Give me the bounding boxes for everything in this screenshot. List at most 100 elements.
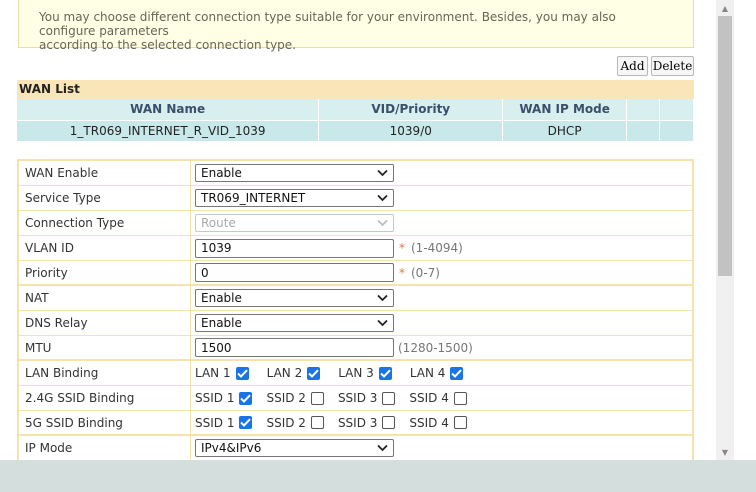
cell-wan-name[interactable]: 1_TR069_INTERNET_R_VID_1039 xyxy=(17,119,320,141)
table-row[interactable]: 1_TR069_INTERNET_R_VID_1039 1039/0 DHCP xyxy=(17,119,694,141)
add-button[interactable]: Add xyxy=(617,56,648,76)
row-dns-relay: DNS Relay Enable xyxy=(19,311,692,336)
mtu-hint: (1280-1500) xyxy=(398,340,473,355)
row-ip-mode: IP Mode IPv4&IPv6 xyxy=(19,436,692,460)
lan-2-checkbox[interactable] xyxy=(307,366,321,380)
notice-line-2: according to the selected connection typ… xyxy=(39,38,296,52)
right-margin xyxy=(734,0,756,460)
ssid5-4-label: SSID 4 xyxy=(409,415,449,430)
ssid5-1-label: SSID 1 xyxy=(195,415,235,430)
lan-2-label: LAN 2 xyxy=(266,366,303,380)
connection-type-value: Route xyxy=(201,216,236,230)
lan-1-checkbox[interactable] xyxy=(235,366,249,380)
priority-hint: (0-7) xyxy=(411,265,440,280)
nat-value: Enable xyxy=(201,291,242,305)
notice-line-1: You may choose different connection type… xyxy=(39,10,616,38)
lan-3-option[interactable]: LAN 3 xyxy=(338,366,392,380)
lan-4-label: LAN 4 xyxy=(409,366,446,380)
column-header-wan-name: WAN Name xyxy=(17,99,320,120)
chevron-down-icon xyxy=(377,219,388,227)
ssid5-2-label: SSID 2 xyxy=(266,415,306,430)
ssid24-4-option[interactable]: SSID 4 xyxy=(409,391,467,405)
ssid24-1-label: SSID 1 xyxy=(195,391,235,405)
row-service-type: Service Type TR069_INTERNET xyxy=(19,186,692,211)
ssid24-2-checkbox[interactable] xyxy=(310,391,324,405)
ssid5-4-option[interactable]: SSID 4 xyxy=(409,415,467,430)
bottom-bar xyxy=(0,460,756,492)
wan-list-title: WAN List xyxy=(17,80,694,99)
required-marker: * xyxy=(399,265,405,280)
wan-enable-value: Enable xyxy=(201,166,242,180)
column-header-blank-1 xyxy=(626,99,661,120)
vlan-id-hint: (1-4094) xyxy=(411,241,463,255)
vlan-id-input[interactable]: 1039 xyxy=(195,238,394,258)
ssid-5g-label: 5G SSID Binding xyxy=(19,411,191,434)
lan-1-option[interactable]: LAN 1 xyxy=(195,366,249,380)
wan-list-header-row: WAN Name VID/Priority WAN IP Mode xyxy=(17,99,694,120)
dns-relay-select[interactable]: Enable xyxy=(195,314,394,332)
ssid5-4-checkbox[interactable] xyxy=(453,416,467,429)
cell-blank-1 xyxy=(626,119,661,141)
dns-relay-value: Enable xyxy=(201,316,242,330)
ip-mode-select[interactable]: IPv4&IPv6 xyxy=(195,439,394,457)
lan-3-label: LAN 3 xyxy=(338,366,374,380)
vlan-id-label: VLAN ID xyxy=(19,236,191,260)
ssid5-2-checkbox[interactable] xyxy=(310,416,324,429)
ssid24-3-option[interactable]: SSID 3 xyxy=(338,391,396,405)
ssid24-4-checkbox[interactable] xyxy=(453,391,467,405)
scroll-up-arrow-icon[interactable]: ▲ xyxy=(716,0,734,16)
priority-input[interactable]: 0 xyxy=(195,263,394,282)
ssid-24g-label: 2.4G SSID Binding xyxy=(19,386,191,410)
ssid24-1-option[interactable]: SSID 1 xyxy=(195,391,253,405)
lan-binding-label: LAN Binding xyxy=(19,361,191,385)
row-ssid-24g-binding: 2.4G SSID Binding SSID 1 SSID 2 SSID 3 S… xyxy=(19,386,692,411)
row-lan-binding: LAN Binding LAN 1 LAN 2 LAN 3 LAN 4 xyxy=(19,361,692,386)
service-type-value: TR069_INTERNET xyxy=(201,191,306,205)
ssid5-3-option[interactable]: SSID 3 xyxy=(337,415,396,430)
info-notice: You may choose different connection type… xyxy=(18,0,694,52)
lan-1-label: LAN 1 xyxy=(195,366,231,380)
row-ssid-5g-binding: 5G SSID Binding SSID 1 SSID 2 SSID 3 SSI… xyxy=(19,411,692,436)
scroll-down-arrow-icon[interactable]: ▼ xyxy=(716,444,734,460)
nat-select[interactable]: Enable xyxy=(195,289,394,307)
service-type-select[interactable]: TR069_INTERNET xyxy=(195,189,394,207)
wan-config-form: WAN Enable Enable Service Type TR069_INT… xyxy=(17,159,694,460)
cell-vid-priority: 1039/0 xyxy=(318,119,504,141)
priority-label: Priority xyxy=(19,261,191,284)
row-vlan-id: VLAN ID 1039 * (1-4094) xyxy=(19,236,692,261)
wan-enable-select[interactable]: Enable xyxy=(195,164,394,182)
lan-2-option[interactable]: LAN 2 xyxy=(267,366,321,380)
row-priority: Priority 0 * (0-7) xyxy=(19,261,692,286)
chevron-down-icon xyxy=(377,319,388,327)
required-marker: * xyxy=(399,241,405,255)
column-header-vid-priority: VID/Priority xyxy=(318,99,504,120)
ip-mode-label: IP Mode xyxy=(19,436,191,460)
column-header-blank-2 xyxy=(659,99,694,120)
ssid24-3-checkbox[interactable] xyxy=(382,391,396,405)
vertical-scrollbar[interactable]: ▲ ▼ xyxy=(716,0,734,460)
ssid24-2-option[interactable]: SSID 2 xyxy=(266,391,324,405)
ip-mode-value: IPv4&IPv6 xyxy=(201,441,262,455)
row-wan-enable: WAN Enable Enable xyxy=(19,161,692,186)
ssid5-1-checkbox[interactable] xyxy=(239,416,253,429)
lan-4-option[interactable]: LAN 4 xyxy=(410,366,464,380)
connection-type-select: Route xyxy=(195,214,394,232)
chevron-down-icon xyxy=(377,169,388,177)
nat-label: NAT xyxy=(19,286,191,310)
ssid5-3-label: SSID 3 xyxy=(337,415,378,430)
chevron-down-icon xyxy=(377,294,388,302)
scrollbar-thumb[interactable] xyxy=(718,16,732,276)
service-type-label: Service Type xyxy=(19,186,191,210)
mtu-label: MTU xyxy=(19,336,191,359)
ssid24-4-label: SSID 4 xyxy=(409,391,449,405)
ssid24-2-label: SSID 2 xyxy=(266,391,306,405)
ssid24-1-checkbox[interactable] xyxy=(239,391,253,405)
lan-4-checkbox[interactable] xyxy=(450,366,464,380)
ssid5-3-checkbox[interactable] xyxy=(382,416,396,429)
delete-button[interactable]: Delete xyxy=(651,56,694,76)
ssid5-1-option[interactable]: SSID 1 xyxy=(195,415,253,430)
ssid5-2-option[interactable]: SSID 2 xyxy=(266,415,324,430)
lan-3-checkbox[interactable] xyxy=(378,366,392,380)
mtu-input[interactable]: 1500 xyxy=(195,338,394,357)
connection-type-label: Connection Type xyxy=(19,211,191,235)
